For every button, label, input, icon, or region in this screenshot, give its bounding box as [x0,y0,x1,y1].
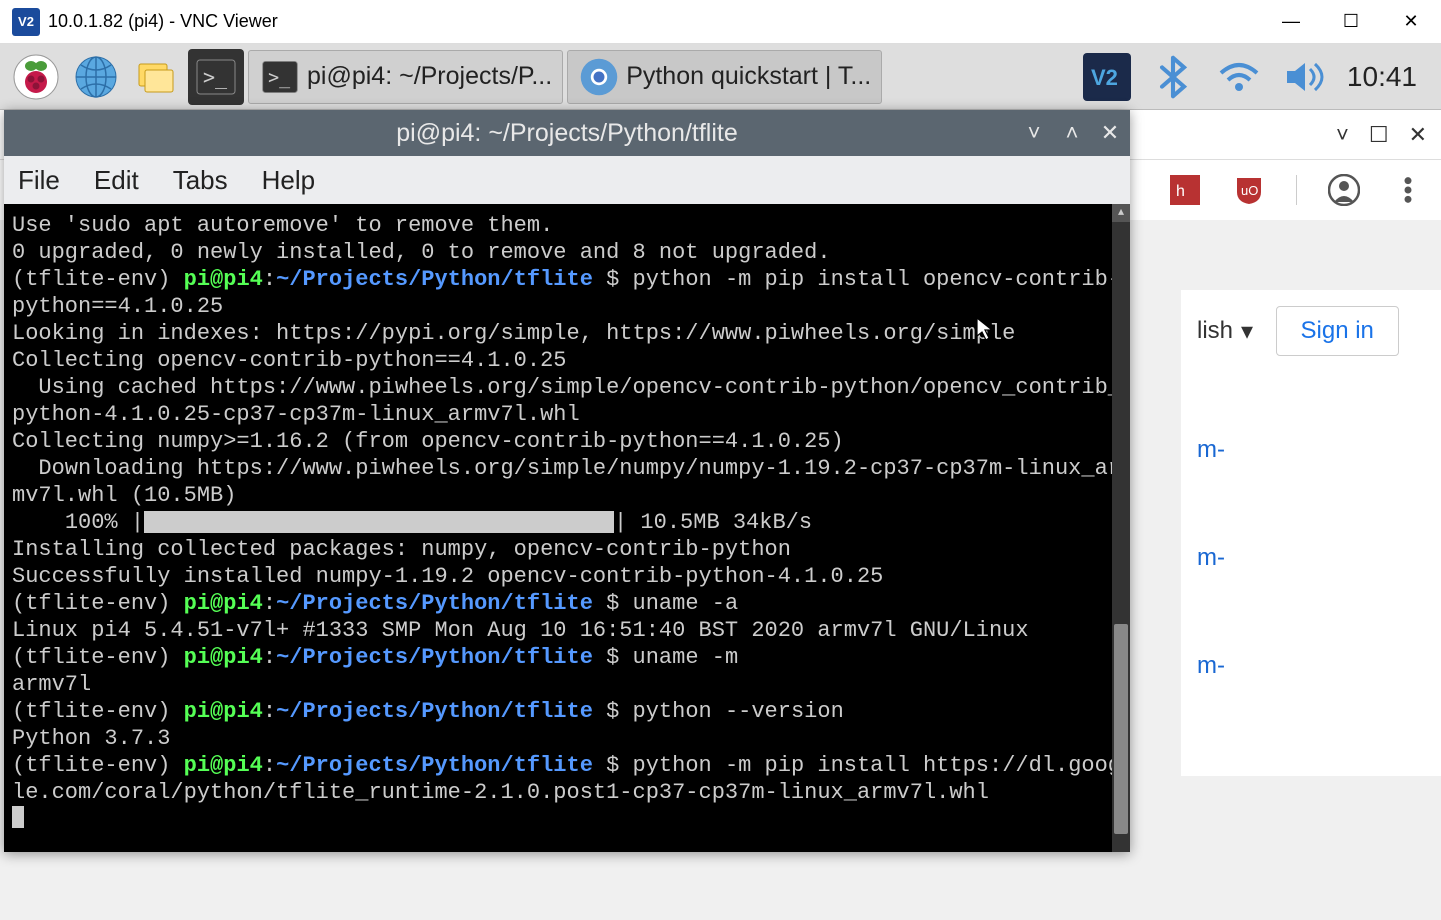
terminal-launcher-icon[interactable]: >_ [188,49,244,105]
terminal-menubar: File Edit Tabs Help [4,156,1130,204]
menu-tabs[interactable]: Tabs [173,165,228,196]
volume-icon[interactable] [1281,53,1329,101]
sign-in-button[interactable]: Sign in [1276,306,1399,356]
inner-maximize-icon[interactable]: ☐ [1369,122,1389,148]
rpi-taskbar: >_ >_ pi@pi4: ~/Projects/P... Python qui… [0,44,1441,110]
extension-icon[interactable]: h [1168,173,1202,207]
chromium-task-icon [578,56,620,98]
taskbar-terminal-task[interactable]: >_ pi@pi4: ~/Projects/P... [248,50,563,104]
svg-text:>_: >_ [203,65,228,89]
terminal-cursor [12,806,24,828]
system-tray: V2 10:41 [1083,53,1433,101]
window-controls: — ☐ ✕ [1261,0,1441,43]
ublock-icon[interactable]: uO [1232,173,1266,207]
minimize-button[interactable]: — [1261,0,1321,43]
svg-text:h: h [1176,183,1185,200]
menu-help[interactable]: Help [262,165,315,196]
bluetooth-icon[interactable] [1149,53,1197,101]
progress-bar [144,511,614,533]
taskbar-chromium-label: Python quickstart | T... [626,62,871,91]
svg-text:V2: V2 [1091,65,1118,90]
inner-close-icon[interactable]: ✕ [1409,122,1427,148]
terminal-window: pi@pi4: ~/Projects/Python/tflite ˅ ˄ ✕ F… [4,110,1130,852]
terminal-maximize-icon[interactable]: ˄ [1062,120,1082,146]
browser-menu-icon[interactable] [1391,173,1425,207]
language-dropdown[interactable]: lish ▾ [1197,317,1253,346]
terminal-scrollbar[interactable]: ▴ [1112,204,1130,852]
menu-edit[interactable]: Edit [94,165,139,196]
page-link[interactable]: m- [1197,436,1425,464]
svg-text:uO: uO [1241,183,1258,198]
profile-icon[interactable] [1327,173,1361,207]
inner-dropdown-icon[interactable]: ˅ [1336,122,1349,148]
maximize-button[interactable]: ☐ [1321,0,1381,43]
file-manager-icon[interactable] [128,49,184,105]
terminal-output: Use 'sudo apt autoremove' to remove them… [12,212,1122,836]
svg-text:>_: >_ [268,67,290,88]
terminal-minimize-icon[interactable]: ˅ [1024,120,1044,146]
terminal-body[interactable]: Use 'sudo apt autoremove' to remove them… [4,204,1130,852]
page-link[interactable]: m- [1197,544,1425,572]
dropdown-arrow-icon: ▾ [1241,317,1253,346]
scrollbar-thumb[interactable] [1114,624,1128,834]
page-link[interactable]: m- [1197,652,1425,680]
menu-file[interactable]: File [18,165,60,196]
terminal-titlebar[interactable]: pi@pi4: ~/Projects/Python/tflite ˅ ˄ ✕ [4,110,1130,156]
taskbar-terminal-label: pi@pi4: ~/Projects/P... [307,62,552,91]
vnc-server-tray-icon[interactable]: V2 [1083,53,1131,101]
close-button[interactable]: ✕ [1381,0,1441,43]
globe-icon[interactable] [68,49,124,105]
vnc-window-title: 10.0.1.82 (pi4) - VNC Viewer [48,11,278,32]
vnc-window-titlebar: V2 10.0.1.82 (pi4) - VNC Viewer — ☐ ✕ [0,0,1441,44]
vnc-logo-icon: V2 [12,8,40,36]
terminal-title: pi@pi4: ~/Projects/Python/tflite [396,119,738,148]
scrollbar-up-icon[interactable]: ▴ [1112,204,1130,222]
start-menu-icon[interactable] [8,49,64,105]
browser-page-content: lish ▾ Sign in m- m- m- [1181,290,1441,776]
terminal-task-icon: >_ [259,56,301,98]
terminal-close-icon[interactable]: ✕ [1100,120,1120,146]
taskbar-chromium-task[interactable]: Python quickstart | T... [567,50,882,104]
wifi-icon[interactable] [1215,53,1263,101]
clock[interactable]: 10:41 [1347,61,1425,93]
separator [1296,175,1297,205]
